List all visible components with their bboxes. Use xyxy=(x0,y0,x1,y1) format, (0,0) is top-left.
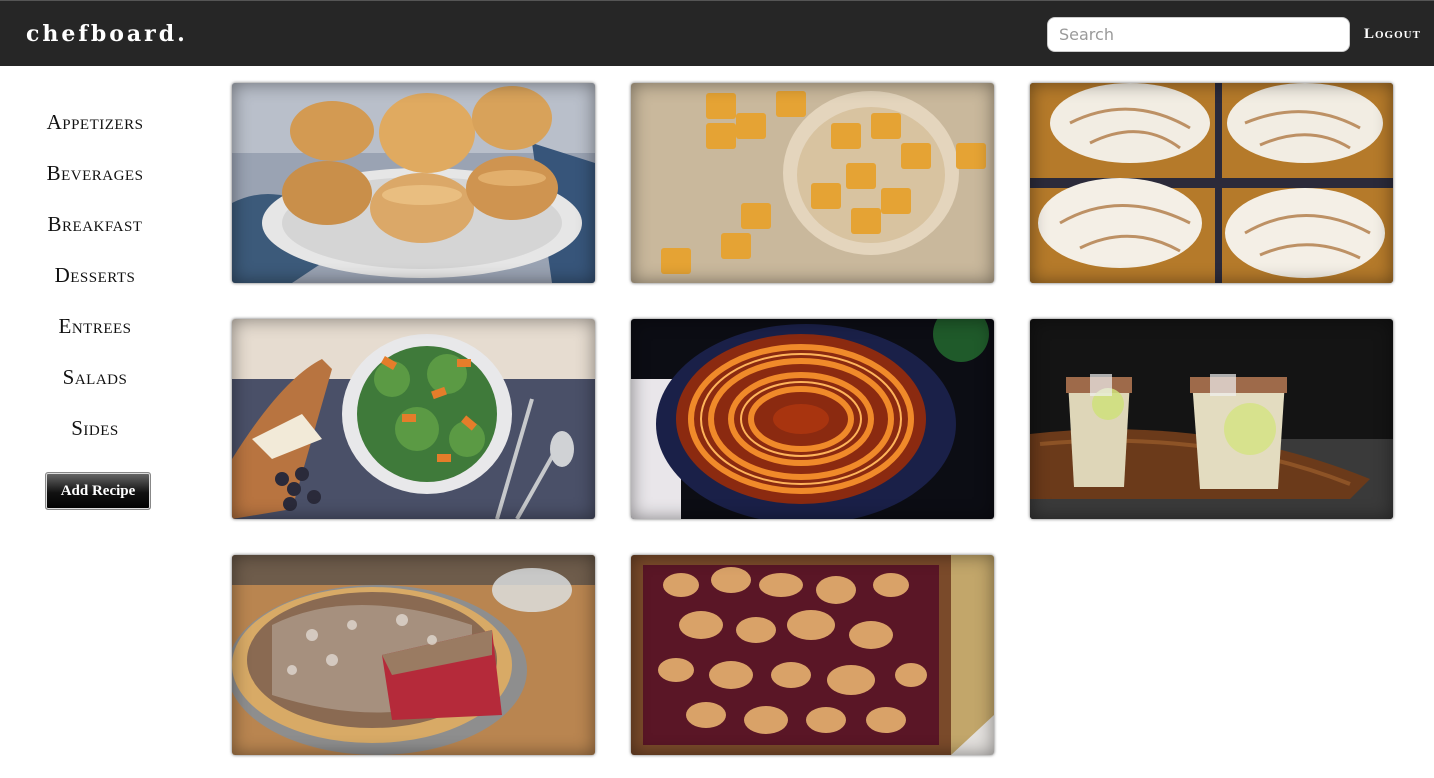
top-navbar: chefboard. Logout xyxy=(0,0,1434,66)
recipe-card-drinks[interactable] xyxy=(1030,319,1393,519)
recipe-card-meringue[interactable] xyxy=(1030,83,1393,283)
logout-link[interactable]: Logout xyxy=(1364,26,1421,43)
recipe-card-pie[interactable] xyxy=(232,555,595,755)
sidebar-item-entrees[interactable]: Entrees xyxy=(0,314,190,339)
recipe-card-salad[interactable] xyxy=(232,319,595,519)
berry-cobbler-photo xyxy=(631,555,994,755)
recipe-card-cobbler[interactable] xyxy=(631,555,994,755)
sidebar-item-desserts[interactable]: Desserts xyxy=(0,263,190,288)
search-input[interactable] xyxy=(1047,17,1350,52)
squash-salad-photo xyxy=(232,319,595,519)
recipe-card-biscuits[interactable] xyxy=(232,83,595,283)
margarita-drinks-photo xyxy=(1030,319,1393,519)
brand-logo[interactable]: chefboard. xyxy=(26,21,188,47)
cheese-crackers-photo xyxy=(631,83,994,283)
sidebar-item-appetizers[interactable]: Appetizers xyxy=(0,110,190,135)
biscuits-photo xyxy=(232,83,595,283)
sidebar-item-breakfast[interactable]: Breakfast xyxy=(0,212,190,237)
add-recipe-button[interactable]: Add Recipe xyxy=(45,472,151,510)
recipe-card-gratin[interactable] xyxy=(631,319,994,519)
sweet-potato-gratin-photo xyxy=(631,319,994,519)
meringue-bars-photo xyxy=(1030,83,1393,283)
sidebar-item-beverages[interactable]: Beverages xyxy=(0,161,190,186)
crumb-pie-photo xyxy=(232,555,595,755)
recipe-card-crackers[interactable] xyxy=(631,83,994,283)
sidebar-item-sides[interactable]: Sides xyxy=(0,416,190,441)
sidebar-item-salads[interactable]: Salads xyxy=(0,365,190,390)
